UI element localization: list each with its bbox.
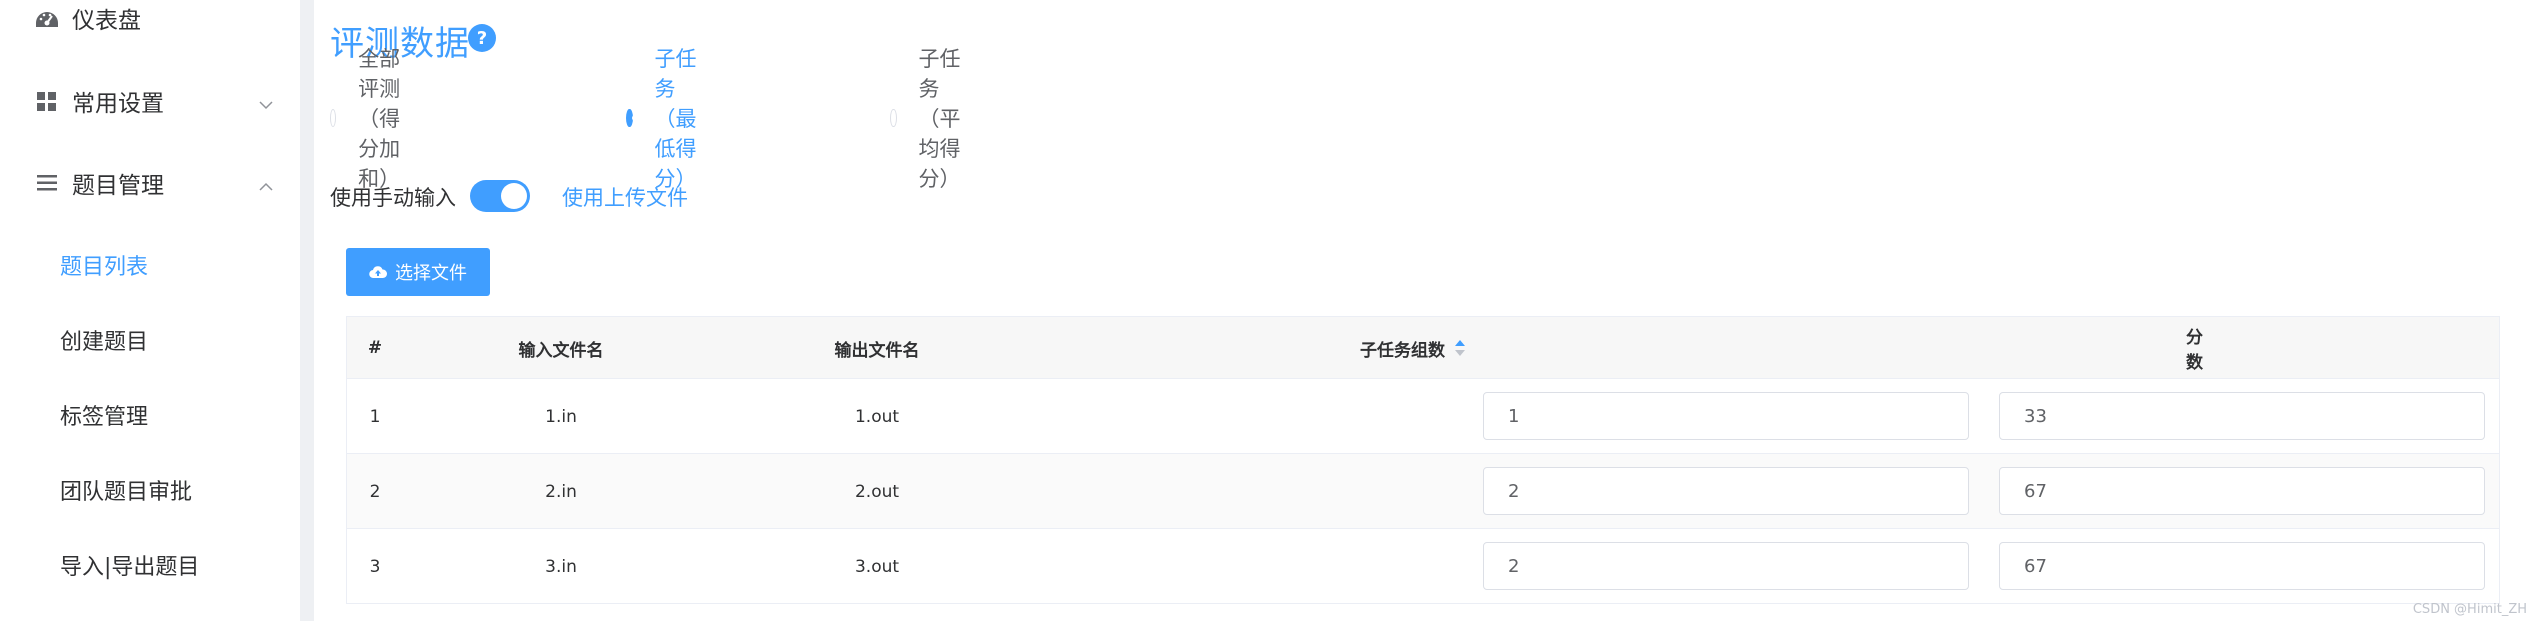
dashboard-icon bbox=[34, 5, 60, 31]
cell-output-file: 2.out bbox=[854, 481, 900, 502]
radio-circle[interactable] bbox=[890, 109, 897, 127]
sidebar-item-label: 常用设置 bbox=[72, 91, 164, 117]
sidebar-item-dashboard[interactable]: 仪表盘 bbox=[0, 0, 300, 48]
svg-text:?: ? bbox=[477, 28, 487, 49]
score-input[interactable]: 67 bbox=[1999, 542, 2485, 590]
radio-subtask-min[interactable]: 子任务（最低得分） bbox=[626, 47, 708, 191]
sidebar-subitem-label: 团队题目审批 bbox=[60, 480, 193, 505]
sidebar-subitem-import-export[interactable]: 导入|导出题目 bbox=[0, 535, 300, 595]
radio-all-judge[interactable]: 全部评测（得分加和） bbox=[330, 47, 412, 191]
sidebar-item-label: 题目管理 bbox=[72, 173, 164, 199]
sidebar-divider bbox=[300, 0, 314, 621]
column-header-index: # bbox=[367, 338, 383, 358]
radio-circle[interactable] bbox=[330, 109, 337, 127]
column-header-output-file: 输出文件名 bbox=[834, 340, 920, 361]
radio-label: 子任务（平均得分） bbox=[918, 47, 961, 191]
upload-file-label: 使用上传文件 bbox=[562, 186, 688, 210]
sidebar-subitem-label: 导入|导出题目 bbox=[60, 555, 200, 580]
sidebar-subitem-tag-management[interactable]: 标签管理 bbox=[0, 385, 300, 445]
column-header-subtask-group[interactable]: 子任务组数 bbox=[1035, 317, 2075, 379]
cell-index: 1 bbox=[369, 406, 381, 427]
cell-input-file: 1.in bbox=[545, 406, 577, 427]
sidebar-item-problem-management[interactable]: 题目管理 bbox=[0, 153, 300, 213]
select-file-button[interactable]: 选择文件 bbox=[346, 248, 490, 296]
column-header-score: 分数 bbox=[2186, 328, 2203, 373]
sort-caret-icon[interactable] bbox=[1453, 338, 1467, 358]
sidebar-subitem-label: 标签管理 bbox=[60, 405, 149, 430]
table-row: 3 3.in 3.out 2 67 bbox=[347, 529, 2499, 604]
table-header: # 输入文件名 输出文件名 子任务组数 分数 bbox=[347, 317, 2499, 379]
cell-output-file: 3.out bbox=[854, 556, 900, 577]
cell-index: 3 bbox=[369, 556, 381, 577]
cell-output-file: 1.out bbox=[854, 406, 900, 427]
table-row: 1 1.in 1.out 1 33 bbox=[347, 379, 2499, 454]
menu-icon bbox=[34, 170, 60, 196]
input-mode-toggle[interactable] bbox=[470, 180, 530, 212]
table-row: 2 2.in 2.out 2 67 bbox=[347, 454, 2499, 529]
score-input[interactable]: 33 bbox=[1999, 392, 2485, 440]
subtask-group-input[interactable]: 2 bbox=[1483, 467, 1969, 515]
chevron-down-icon bbox=[258, 93, 274, 110]
column-header-input-file: 输入文件名 bbox=[518, 340, 604, 361]
radio-label: 子任务（最低得分） bbox=[654, 47, 697, 191]
radio-label: 全部评测（得分加和） bbox=[358, 47, 401, 191]
toggle-knob bbox=[501, 183, 527, 209]
sidebar: 仪表盘 常用设置 题目管理 题目列表 创建题目 标签管理 团队题目审批 导入|导… bbox=[0, 0, 300, 621]
cell-input-file: 3.in bbox=[545, 556, 577, 577]
score-input[interactable]: 67 bbox=[1999, 467, 2485, 515]
cell-input-file: 2.in bbox=[545, 481, 577, 502]
cloud-upload-icon bbox=[369, 266, 387, 279]
chevron-up-icon bbox=[258, 175, 274, 191]
subtask-group-input[interactable]: 2 bbox=[1483, 542, 1969, 590]
watermark: CSDN @Himit_ZH bbox=[2412, 602, 2527, 617]
subtask-group-header-label: 子任务组数 bbox=[1360, 340, 1445, 361]
sidebar-item-label: 仪表盘 bbox=[72, 8, 141, 34]
sidebar-subitem-problem-list[interactable]: 题目列表 bbox=[0, 235, 300, 295]
test-data-table: # 输入文件名 输出文件名 子任务组数 分数 1 1.in 1.out 1 33… bbox=[346, 316, 2500, 604]
manual-input-label: 使用手动输入 bbox=[330, 186, 456, 210]
main-panel: 评测数据 ? 全部评测（得分加和） 子任务（最低得分） 子任务（平均得分） 使用… bbox=[314, 0, 2537, 621]
cell-index: 2 bbox=[369, 481, 381, 502]
radio-circle[interactable] bbox=[626, 109, 638, 127]
sidebar-item-common-settings[interactable]: 常用设置 bbox=[0, 71, 300, 131]
sidebar-subitem-create-problem[interactable]: 创建题目 bbox=[0, 310, 300, 370]
sidebar-subitem-team-problem-approval[interactable]: 团队题目审批 bbox=[0, 460, 300, 520]
grid-icon bbox=[34, 88, 60, 114]
sidebar-subitem-label: 题目列表 bbox=[60, 255, 149, 280]
question-circle-icon[interactable]: ? bbox=[466, 22, 498, 54]
subtask-group-input[interactable]: 1 bbox=[1483, 392, 1969, 440]
sidebar-subitem-label: 创建题目 bbox=[60, 330, 149, 355]
select-file-label: 选择文件 bbox=[395, 263, 467, 284]
radio-subtask-avg[interactable]: 子任务（平均得分） bbox=[890, 47, 972, 191]
